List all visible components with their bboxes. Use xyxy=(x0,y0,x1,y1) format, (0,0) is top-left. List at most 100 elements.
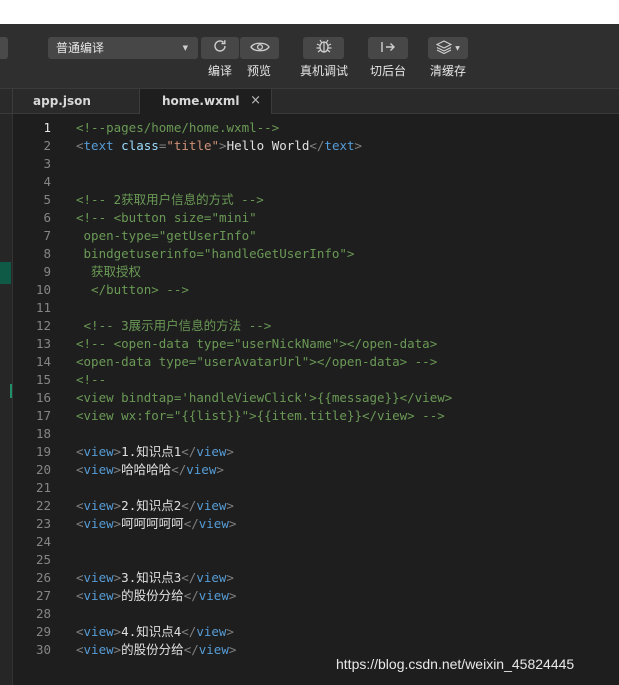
code-token: < xyxy=(76,588,84,603)
code-token: 的股份分给 xyxy=(121,642,184,657)
code-token: > xyxy=(354,138,363,153)
line-number: 27 xyxy=(35,588,51,603)
line-number: 11 xyxy=(35,300,51,315)
code-token: 3.知识点3 xyxy=(121,570,182,585)
code-token: view xyxy=(196,444,227,459)
compile-mode-select[interactable]: 普通编译 ▼ xyxy=(48,37,198,59)
tab-app-json[interactable]: app.json xyxy=(12,89,140,113)
code-text: <view>的股份分给</view> xyxy=(76,587,236,605)
code-line[interactable]: 28 xyxy=(13,605,619,623)
code-text: <text class="title">Hello World</text> xyxy=(76,137,362,155)
toolbar-left-button-edge[interactable] xyxy=(0,37,8,59)
code-line[interactable]: 15 <!-- xyxy=(13,371,619,389)
code-line[interactable]: 11 xyxy=(13,299,619,317)
remote-debug-label: 真机调试 xyxy=(299,64,348,78)
code-line[interactable]: 8 bindgetuserinfo="handleGetUserInfo"> xyxy=(13,245,619,263)
line-number: 14 xyxy=(35,354,51,369)
code-line[interactable]: 25 xyxy=(13,551,619,569)
code-line[interactable]: 13 <!-- <open-data type="userNickName"></… xyxy=(13,335,619,353)
compile-label: 编译 xyxy=(207,64,232,78)
code-text: open-type="getUserInfo" xyxy=(76,227,257,245)
code-text: <view>3.知识点3</view> xyxy=(76,569,234,587)
code-line[interactable]: 19 <view>1.知识点1</view> xyxy=(13,443,619,461)
preview-label: 预览 xyxy=(246,64,271,78)
code-token: </ xyxy=(181,570,197,585)
code-token: view xyxy=(198,588,229,603)
tab-home-wxml[interactable]: home.wxml × xyxy=(140,89,272,114)
close-icon[interactable]: × xyxy=(250,89,261,113)
eye-icon xyxy=(249,39,270,58)
code-line[interactable]: 22 <view>2.知识点2</view> xyxy=(13,497,619,515)
code-token: < xyxy=(76,498,84,513)
code-token: </ xyxy=(181,624,197,639)
code-line[interactable]: 10 </button> --> xyxy=(13,281,619,299)
code-text: <!-- xyxy=(76,371,106,389)
code-line[interactable]: 16 <view bindtap='handleViewClick'>{{mess… xyxy=(13,389,619,407)
code-token: > xyxy=(226,624,234,639)
line-number: 20 xyxy=(35,462,51,477)
code-text: <view>哈哈哈哈</view> xyxy=(76,461,224,479)
preview-button[interactable] xyxy=(240,37,279,59)
code-line[interactable]: 6 <!-- <button size="mini" xyxy=(13,209,619,227)
code-line[interactable]: 7 open-type="getUserInfo" xyxy=(13,227,619,245)
code-token: 呵呵呵呵呵 xyxy=(121,516,184,531)
code-text: <!-- 3展示用户信息的方法 --> xyxy=(76,317,272,335)
code-line[interactable]: 21 xyxy=(13,479,619,497)
code-token: view xyxy=(83,624,114,639)
line-number: 8 xyxy=(43,246,51,261)
code-token: <!-- <button size="mini" xyxy=(76,210,257,225)
code-token: 4.知识点4 xyxy=(121,624,182,639)
line-number: 24 xyxy=(35,534,51,549)
code-line[interactable]: 1 <!--pages/home/home.wxml--> xyxy=(13,119,619,137)
code-token: </ xyxy=(171,462,187,477)
code-line[interactable]: 17 <view wx:for="{{list}}">{{item.title}}… xyxy=(13,407,619,425)
code-line[interactable]: 12 <!-- 3展示用户信息的方法 --> xyxy=(13,317,619,335)
compile-button[interactable] xyxy=(201,37,239,59)
code-text: <view>4.知识点4</view> xyxy=(76,623,234,641)
code-line[interactable]: 20 <view>哈哈哈哈</view> xyxy=(13,461,619,479)
code-token: view xyxy=(83,498,114,513)
line-number: 26 xyxy=(35,570,51,585)
code-token: open-type="getUserInfo" xyxy=(76,228,257,243)
switch-background-button[interactable] xyxy=(368,37,408,59)
code-line[interactable]: 9 获取授权 xyxy=(13,263,619,281)
code-token: > xyxy=(226,444,234,459)
line-number: 4 xyxy=(43,174,51,189)
line-number: 17 xyxy=(35,408,51,423)
line-number: 21 xyxy=(35,480,51,495)
code-token: view xyxy=(83,642,114,657)
code-token: < xyxy=(76,570,84,585)
code-line[interactable]: 27 <view>的股份分给</view> xyxy=(13,587,619,605)
code-line[interactable]: 23 <view>呵呵呵呵呵</view> xyxy=(13,515,619,533)
code-token: <view bindtap='handleViewClick'>{{messag… xyxy=(76,390,453,405)
line-number: 18 xyxy=(35,426,51,441)
code-editor[interactable]: 1 <!--pages/home/home.wxml--> 2 <text class… xyxy=(13,114,619,685)
remote-debug-button[interactable] xyxy=(303,37,344,59)
code-line[interactable]: 2 <text class="title">Hello World</text> xyxy=(13,137,619,155)
code-token: > xyxy=(228,642,237,657)
code-token: "title" xyxy=(166,138,220,153)
code-line[interactable]: 18 xyxy=(13,425,619,443)
line-number: 1 xyxy=(43,120,51,135)
gutter-change-marker xyxy=(10,384,12,398)
code-token: view xyxy=(196,570,227,585)
code-line[interactable]: 5 <!-- 2获取用户信息的方式 --> xyxy=(13,191,619,209)
refresh-icon xyxy=(212,38,228,58)
clear-cache-button[interactable]: ▼ xyxy=(428,37,468,59)
code-line[interactable]: 24 xyxy=(13,533,619,551)
code-token: view xyxy=(186,462,217,477)
editor-tab-bar: app.json home.wxml × xyxy=(0,89,619,114)
code-text: </button> --> xyxy=(76,281,189,299)
code-token: <!-- <open-data type="userNickName"></op… xyxy=(76,336,438,351)
code-token: view xyxy=(196,498,227,513)
code-line[interactable]: 14 <open-data type="userAvatarUrl"></open… xyxy=(13,353,619,371)
code-text: <view>1.知识点1</view> xyxy=(76,443,234,461)
code-token: 1.知识点1 xyxy=(121,444,182,459)
code-line[interactable]: 29 <view>4.知识点4</view> xyxy=(13,623,619,641)
code-token: view xyxy=(83,570,114,585)
code-token: view xyxy=(196,624,227,639)
code-token: 2.知识点2 xyxy=(121,498,182,513)
code-line[interactable]: 3 xyxy=(13,155,619,173)
code-line[interactable]: 4 xyxy=(13,173,619,191)
code-line[interactable]: 26 <view>3.知识点3</view> xyxy=(13,569,619,587)
